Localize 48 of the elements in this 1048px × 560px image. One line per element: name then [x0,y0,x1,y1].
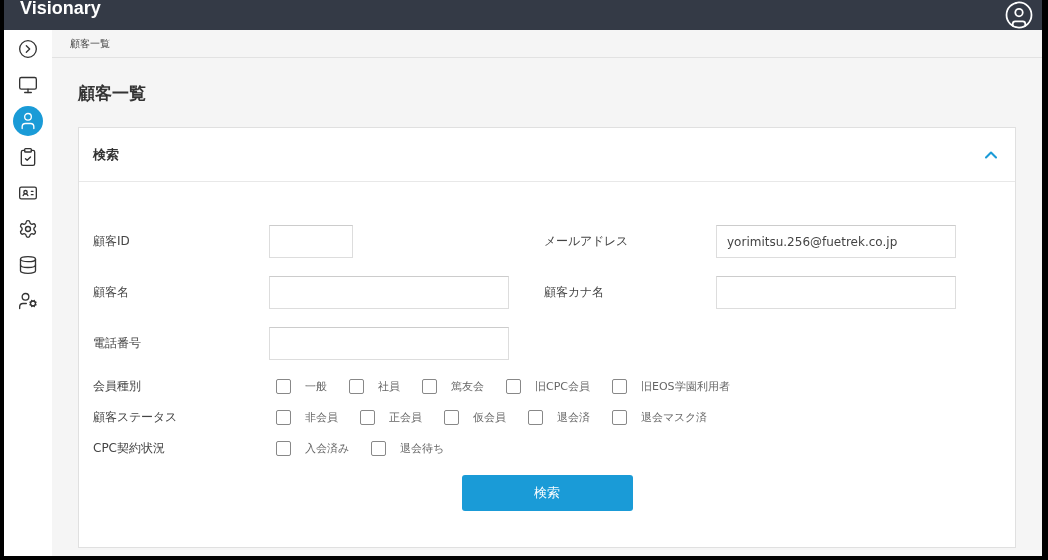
checkbox-label: 仮会員 [473,410,506,425]
input-field[interactable] [269,276,509,309]
checkbox-label: 一般 [305,379,327,394]
field-label: 顧客カナ名 [544,284,605,301]
field-label: 顧客名 [93,284,130,301]
checkbox[interactable] [612,379,627,394]
clipboard-check-icon [18,147,38,167]
checkbox-label: 非会員 [305,410,338,425]
checkbox-label: 社員 [378,379,400,394]
field-label: 顧客ID [93,233,131,250]
expand-icon [18,39,38,59]
input-field[interactable]: yorimitsu.256@fuetrek.co.jp [716,225,956,258]
checkbox-label: 退会マスク済 [641,410,707,425]
input-field[interactable] [716,276,956,309]
checkbox-label: 旧CPC会員 [535,379,590,394]
group-label: CPC契約状況 [93,440,166,457]
checkbox-label: 退会済 [557,410,590,425]
card-title: 検索 [93,145,119,164]
breadcrumb[interactable]: 顧客一覧 [70,36,110,51]
input-field[interactable] [269,225,353,258]
checkbox[interactable] [422,379,437,394]
checkbox[interactable] [276,410,291,425]
group-label: 顧客ステータス [93,409,178,426]
checkbox[interactable] [444,410,459,425]
checkbox[interactable] [349,379,364,394]
field-label: メールアドレス [544,233,629,250]
checkbox-label: 正会員 [389,410,422,425]
checkbox[interactable] [276,441,291,456]
checkbox[interactable] [371,441,386,456]
field-label: 電話番号 [93,335,142,352]
checkbox-label: 篤友会 [451,379,484,394]
group-label: 会員種別 [93,378,142,395]
page-title: 顧客一覧 [78,82,147,105]
brand-logo: Visionary [20,0,101,19]
checkbox-label: 退会待ち [400,441,444,456]
settings-icon [18,219,38,239]
monitor-icon [18,75,38,95]
user-gear-icon [18,291,38,311]
checkbox[interactable] [528,410,543,425]
checkbox[interactable] [276,379,291,394]
database-icon [18,255,38,275]
checkbox[interactable] [612,410,627,425]
account-icon[interactable] [1004,0,1034,30]
checkbox-label: 入会済み [305,441,349,456]
checkbox-label: 旧EOS学園利用者 [641,379,730,394]
input-field[interactable] [269,327,509,360]
checkbox[interactable] [506,379,521,394]
checkbox[interactable] [360,410,375,425]
